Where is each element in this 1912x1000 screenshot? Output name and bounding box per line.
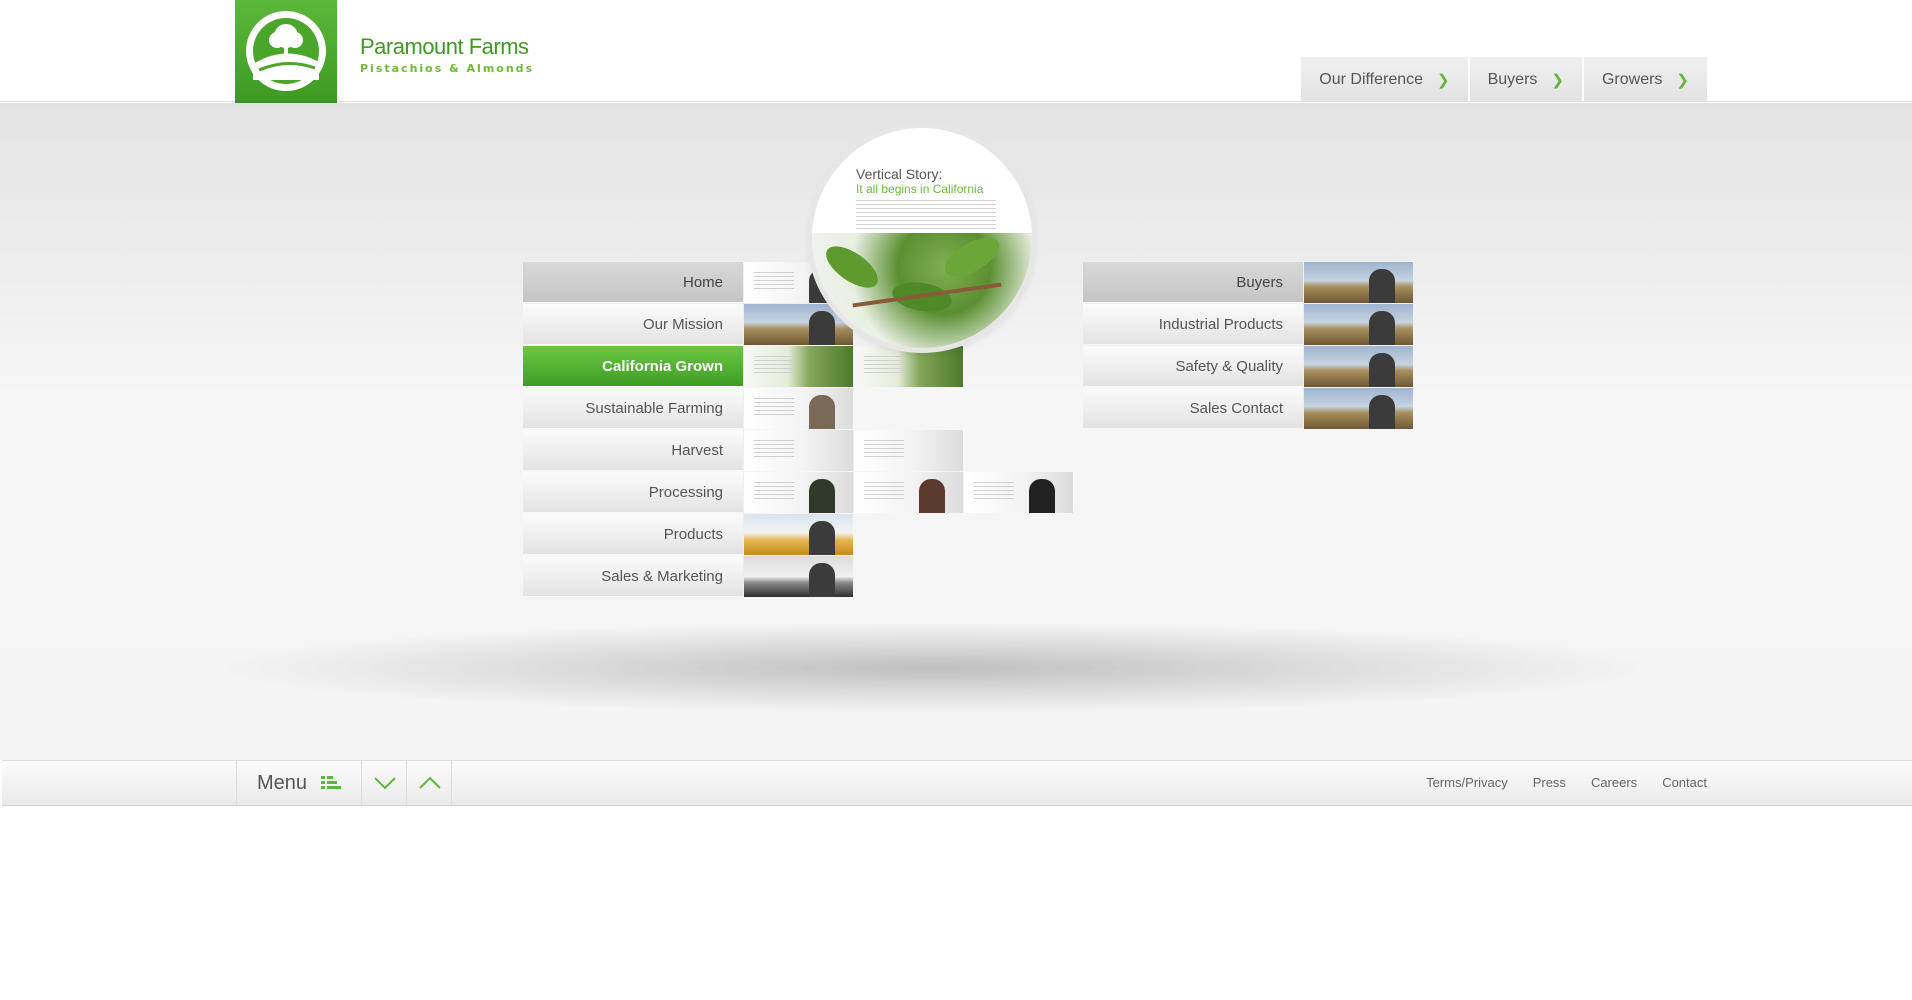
menu-row: Safety & Quality <box>1083 346 1413 387</box>
page-thumbnail[interactable] <box>743 388 853 429</box>
preview-photo <box>812 229 1032 348</box>
menu-list-icon <box>321 776 342 789</box>
menu-row: Sustainable Farming <box>523 388 853 429</box>
topnav-buyers[interactable]: Buyers ❯ <box>1469 57 1582 102</box>
page-thumbnail[interactable] <box>743 556 853 597</box>
footer-links: Terms/Privacy Press Careers Contact <box>1426 775 1707 790</box>
page-thumbnail[interactable] <box>1303 304 1413 345</box>
preview-subtitle: It all begins in California <box>856 182 984 196</box>
topnav-label: Growers <box>1601 70 1663 88</box>
footer-link-contact[interactable]: Contact <box>1662 775 1707 790</box>
chevron-right-icon: ❯ <box>1676 71 1689 89</box>
page-thumbnail[interactable] <box>853 346 963 387</box>
menu-item-sustainable-farming[interactable]: Sustainable Farming <box>523 388 743 429</box>
page-preview-magnifier[interactable]: Vertical Story: It all begins in Califor… <box>812 128 1032 348</box>
brand-name: Paramount Farms <box>360 34 529 59</box>
menu-row: Our Mission <box>523 304 853 345</box>
chevron-right-icon: ❯ <box>1551 71 1564 89</box>
menu-row: California Grown <box>523 346 963 387</box>
menu-item-harvest[interactable]: Harvest <box>523 430 743 471</box>
preview-body-text <box>856 200 996 230</box>
page-thumbnail[interactable] <box>963 472 1073 513</box>
menu-row: Sales Contact <box>1083 388 1413 429</box>
menu-row: Products <box>523 514 853 555</box>
menu-item-buyers[interactable]: Buyers <box>1083 262 1303 303</box>
page-thumbnail[interactable] <box>1303 346 1413 387</box>
footer-link-press[interactable]: Press <box>1533 775 1566 790</box>
footer-link-careers[interactable]: Careers <box>1591 775 1637 790</box>
menu-item-safety-quality[interactable]: Safety & Quality <box>1083 346 1303 387</box>
page-thumbnail[interactable] <box>743 346 853 387</box>
menu-row: Harvest <box>523 430 963 471</box>
header: Paramount Farms Pistachios & Almonds Our… <box>0 0 1912 105</box>
menu-item-sales-contact[interactable]: Sales Contact <box>1083 388 1303 429</box>
topnav-growers[interactable]: Growers ❯ <box>1583 57 1707 102</box>
topnav-label: Buyers <box>1487 70 1538 88</box>
stage-shadow <box>220 623 1650 713</box>
page-thumbnail[interactable] <box>743 514 853 555</box>
menu-item-california-grown[interactable]: California Grown <box>523 346 743 387</box>
brand[interactable]: Paramount Farms Pistachios & Almonds <box>360 34 534 75</box>
chevron-up-icon <box>418 776 441 789</box>
menu-item-our-mission[interactable]: Our Mission <box>523 304 743 345</box>
chevron-down-icon <box>373 777 396 790</box>
logo[interactable] <box>235 0 337 105</box>
menu-row: Industrial Products <box>1083 304 1413 345</box>
menu-item-sales-marketing[interactable]: Sales & Marketing <box>523 556 743 597</box>
menu-row: Buyers <box>1083 262 1413 303</box>
menu-row: Processing <box>523 472 1073 513</box>
page-thumbnail[interactable] <box>853 472 963 513</box>
page-thumbnail[interactable] <box>1303 388 1413 429</box>
preview-title: Vertical Story: <box>856 166 943 182</box>
top-navigation: Our Difference ❯ Buyers ❯ Growers ❯ <box>1301 57 1707 102</box>
tree-logo-icon <box>246 11 326 91</box>
topnav-our-difference[interactable]: Our Difference ❯ <box>1301 57 1468 102</box>
bottom-bar: Menu Terms/Privacy Press Careers Contact <box>2 760 1912 806</box>
topnav-label: Our Difference <box>1319 70 1424 88</box>
menu-item-industrial-products[interactable]: Industrial Products <box>1083 304 1303 345</box>
chevron-right-icon: ❯ <box>1437 71 1450 89</box>
menu-item-products[interactable]: Products <box>523 514 743 555</box>
menu-button[interactable]: Menu <box>236 761 362 805</box>
page-thumbnail[interactable] <box>1303 262 1413 303</box>
menu-row: Sales & Marketing <box>523 556 853 597</box>
menu-item-processing[interactable]: Processing <box>523 472 743 513</box>
brand-tagline: Pistachios & Almonds <box>360 62 535 75</box>
footer-link-terms-privacy[interactable]: Terms/Privacy <box>1426 775 1508 790</box>
page-thumbnail[interactable] <box>743 472 853 513</box>
menu-button-label: Menu <box>257 771 308 794</box>
menu-stage: Home Our Mission California Grown Sustai… <box>0 103 1912 760</box>
scroll-up-button[interactable] <box>408 761 452 805</box>
menu-row: Home <box>523 262 853 303</box>
scroll-down-button[interactable] <box>363 761 407 805</box>
page-thumbnail[interactable] <box>743 430 853 471</box>
menu-item-home[interactable]: Home <box>523 262 743 303</box>
page-thumbnail[interactable] <box>853 430 963 471</box>
